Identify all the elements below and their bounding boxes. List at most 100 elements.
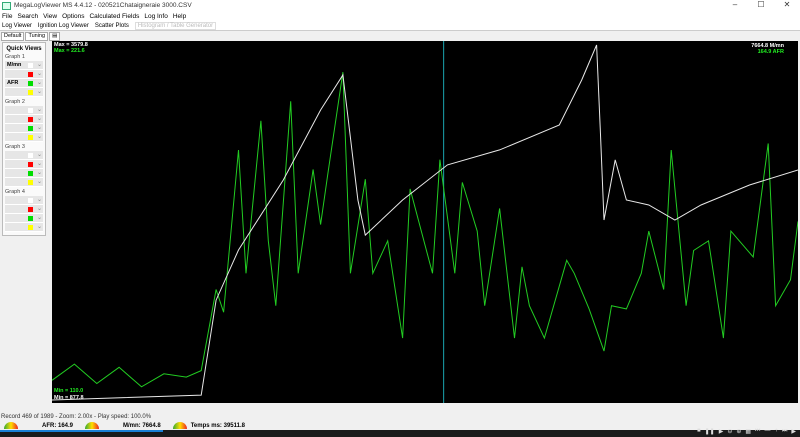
field-selector[interactable]: ⌄ bbox=[5, 124, 43, 133]
playback-control-button[interactable]: ■ bbox=[697, 428, 701, 435]
chevron-down-icon[interactable]: ⌄ bbox=[37, 88, 42, 97]
chevron-down-icon[interactable]: ⌄ bbox=[37, 79, 42, 88]
chevron-down-icon[interactable]: ⌄ bbox=[37, 205, 42, 214]
field-selector[interactable]: ⌄ bbox=[5, 178, 43, 187]
chevron-down-icon[interactable]: ⌄ bbox=[37, 133, 42, 142]
window-title: MegaLogViewer MS 4.4.12 - 020521Chataign… bbox=[14, 2, 192, 9]
cursor-value-afr: 164.9 AFR bbox=[757, 49, 784, 55]
close-button[interactable]: ✕ bbox=[774, 0, 800, 9]
quick-views-panel: Quick Views Graph 1 M/mn ⌄ ⌄ AFR ⌄ ⌄ Graph 2 ⌄ ⌄ ⌄… bbox=[2, 42, 46, 236]
playback-control-button[interactable]: ▶ bbox=[791, 428, 796, 435]
playback-control-button[interactable]: ❚❚ bbox=[705, 428, 715, 435]
chart-svg bbox=[52, 41, 798, 403]
field-selector[interactable]: ⌄ bbox=[5, 214, 43, 223]
playback-control-button[interactable]: ⊕ bbox=[736, 428, 741, 435]
progress-bar bbox=[0, 430, 163, 432]
field-selector[interactable]: ⌄ bbox=[5, 169, 43, 178]
color-swatch[interactable] bbox=[28, 162, 33, 167]
field-name: M/mn bbox=[7, 62, 22, 68]
field-selector[interactable]: AFR ⌄ bbox=[5, 79, 43, 88]
menu-calculated-fields[interactable]: Calculated Fields bbox=[89, 13, 139, 20]
tab-ignition-log-viewer[interactable]: Ignition Log Viewer bbox=[38, 23, 89, 29]
color-swatch[interactable] bbox=[28, 117, 33, 122]
max-label-afr: Max = 221.6 bbox=[54, 48, 85, 54]
chevron-down-icon[interactable]: ⌄ bbox=[37, 124, 42, 133]
tab-histogram[interactable]: Histogram / Table Generator bbox=[134, 21, 217, 30]
field-selector[interactable]: ⌄ bbox=[5, 205, 43, 214]
series-line-afr bbox=[52, 72, 798, 388]
app-icon bbox=[2, 1, 11, 10]
playback-control-button[interactable]: ⏭ bbox=[782, 428, 787, 435]
gauge-icon bbox=[85, 422, 100, 429]
subtab-add-icon[interactable]: ▤ bbox=[49, 32, 61, 41]
playback-control-button[interactable]: ▶ bbox=[719, 428, 724, 435]
chevron-down-icon[interactable]: ⌄ bbox=[37, 70, 42, 79]
gauge-icon bbox=[172, 422, 187, 429]
graph-label: Graph 2 bbox=[5, 99, 25, 105]
field-selector[interactable]: ⌄ bbox=[5, 115, 43, 124]
playback-control-button[interactable]: ⏮ bbox=[755, 428, 760, 435]
quick-views-title: Quick Views bbox=[6, 46, 42, 52]
chevron-down-icon[interactable]: ⌄ bbox=[37, 151, 42, 160]
field-selector[interactable]: ⌄ bbox=[5, 88, 43, 97]
color-swatch[interactable] bbox=[28, 135, 33, 140]
field-selector[interactable]: ⌄ bbox=[5, 106, 43, 115]
series-line-mmn bbox=[52, 44, 798, 401]
chevron-down-icon[interactable]: ⌄ bbox=[37, 169, 42, 178]
minimize-button[interactable]: – bbox=[722, 0, 748, 9]
menu-view[interactable]: View bbox=[43, 13, 57, 20]
log-graph[interactable]: Max = 3579.8 Max = 221.6 Min = 110.0 Min… bbox=[52, 41, 798, 403]
color-swatch[interactable] bbox=[28, 108, 33, 113]
subtab-tuning[interactable]: Tuning bbox=[25, 32, 49, 41]
color-swatch[interactable] bbox=[28, 225, 33, 230]
color-swatch[interactable] bbox=[28, 216, 33, 221]
tab-log-viewer[interactable]: Log Viewer bbox=[2, 23, 32, 29]
field-selector[interactable]: ⌄ bbox=[5, 223, 43, 232]
field-selector[interactable]: ⌄ bbox=[5, 151, 43, 160]
color-swatch[interactable] bbox=[28, 72, 33, 77]
color-swatch[interactable] bbox=[28, 90, 33, 95]
playback-control-button[interactable]: — bbox=[764, 428, 770, 435]
menu-file[interactable]: File bbox=[2, 13, 12, 20]
playback-control-button[interactable]: ▦ bbox=[745, 428, 751, 435]
menu-search[interactable]: Search bbox=[17, 13, 38, 20]
tab-scatter-plots[interactable]: Scatter Plots bbox=[95, 23, 129, 29]
menu-options[interactable]: Options bbox=[62, 13, 84, 20]
gauge-rpm: M/mn: 7664.8 bbox=[123, 422, 161, 429]
color-swatch[interactable] bbox=[28, 180, 33, 185]
color-swatch[interactable] bbox=[28, 63, 33, 68]
color-swatch[interactable] bbox=[28, 198, 33, 203]
chevron-down-icon[interactable]: ⌄ bbox=[37, 160, 42, 169]
chevron-down-icon[interactable]: ⌄ bbox=[37, 61, 42, 70]
menu-help[interactable]: Help bbox=[173, 13, 186, 20]
subtab-default[interactable]: Default bbox=[1, 32, 25, 41]
min-label-rpm: Min = 877.8 bbox=[54, 395, 84, 401]
field-selector[interactable]: ⌄ bbox=[5, 160, 43, 169]
chevron-down-icon[interactable]: ⌄ bbox=[37, 106, 42, 115]
chevron-down-icon[interactable]: ⌄ bbox=[37, 196, 42, 205]
field-selector[interactable]: ⌄ bbox=[5, 70, 43, 79]
chevron-down-icon[interactable]: ⌄ bbox=[37, 178, 42, 187]
field-selector[interactable]: M/mn ⌄ bbox=[5, 61, 43, 70]
chevron-down-icon[interactable]: ⌄ bbox=[37, 223, 42, 232]
color-swatch[interactable] bbox=[28, 81, 33, 86]
color-swatch[interactable] bbox=[28, 171, 33, 176]
color-swatch[interactable] bbox=[28, 153, 33, 158]
graph-label: Graph 3 bbox=[5, 144, 25, 150]
chevron-down-icon[interactable]: ⌄ bbox=[37, 214, 42, 223]
gauge-bar: AFR: 164.9 M/mn: 7664.8 Temps ms: 39511.… bbox=[0, 421, 800, 430]
chevron-down-icon[interactable]: ⌄ bbox=[37, 115, 42, 124]
field-selector[interactable]: ⌄ bbox=[5, 196, 43, 205]
gauge-afr: AFR: 164.9 bbox=[42, 422, 74, 429]
menu-log-info[interactable]: Log Info bbox=[144, 13, 168, 20]
field-selector[interactable]: ⌄ bbox=[5, 133, 43, 142]
min-label-afr: Min = 110.0 bbox=[54, 388, 84, 394]
menu-bar: File Search View Options Calculated Fiel… bbox=[0, 11, 800, 21]
color-swatch[interactable] bbox=[28, 126, 33, 131]
graph-label: Graph 1 bbox=[5, 54, 25, 60]
title-bar: MegaLogViewer MS 4.4.12 - 020521Chataign… bbox=[0, 0, 800, 11]
color-swatch[interactable] bbox=[28, 207, 33, 212]
playback-control-button[interactable]: + bbox=[774, 428, 778, 435]
maximize-button[interactable]: ☐ bbox=[748, 0, 774, 9]
playback-control-button[interactable]: ⊖ bbox=[727, 428, 732, 435]
